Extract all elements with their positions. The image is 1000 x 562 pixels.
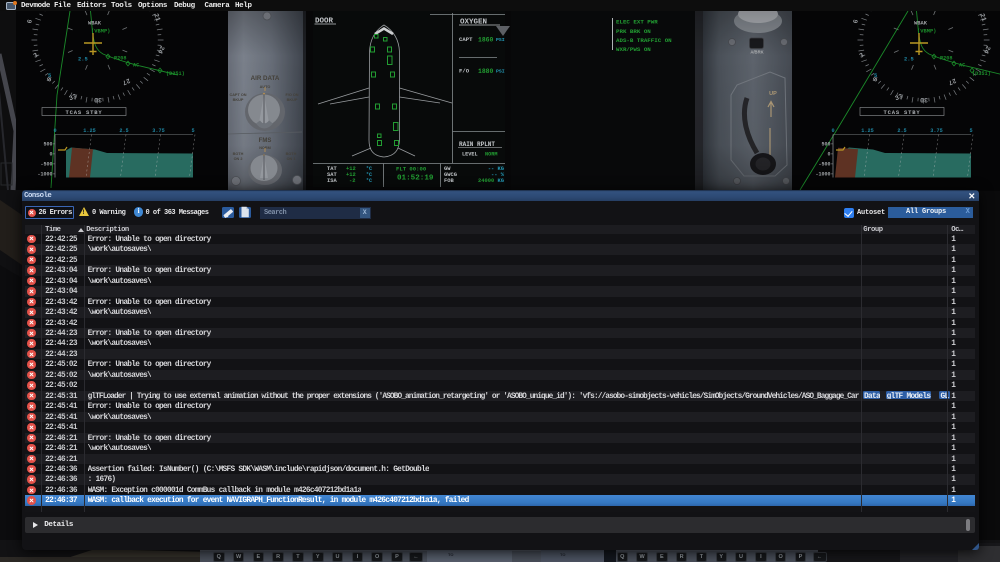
- svg-text:TO: TO: [448, 552, 453, 557]
- svg-text:TO: TO: [560, 552, 565, 557]
